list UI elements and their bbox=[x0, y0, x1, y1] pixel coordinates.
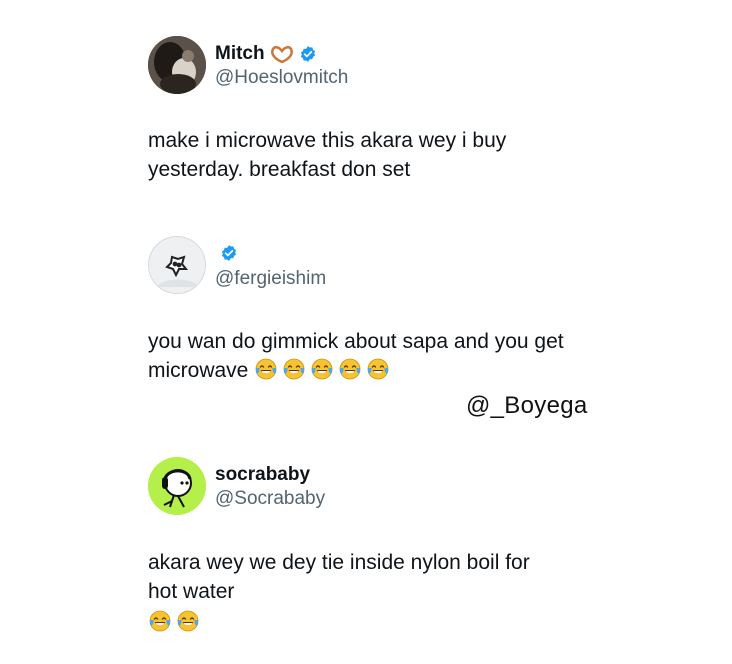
tweet-text: make i microwave this akara wey i buy ye… bbox=[148, 126, 506, 184]
tweet-text-line-with-emoji: microwave bbox=[148, 356, 564, 385]
tears-of-joy-emoji-icon bbox=[367, 358, 389, 380]
tweet-text: you wan do gimmick about sapa and you ge… bbox=[148, 327, 564, 385]
watermark: @_Boyega bbox=[466, 392, 588, 419]
tweet-text-line: microwave bbox=[148, 359, 249, 382]
tears-of-joy-emoji-icon bbox=[149, 610, 171, 632]
default-avatar-icon bbox=[149, 237, 205, 293]
avatar-mitch[interactable] bbox=[148, 36, 206, 94]
verified-badge-icon bbox=[221, 245, 237, 261]
tweet-text-line: make i microwave this akara wey i buy bbox=[148, 129, 507, 152]
tears-of-joy-emoji-icon bbox=[311, 358, 333, 380]
handle[interactable]: @fergieishim bbox=[215, 268, 326, 290]
emoji-row bbox=[148, 608, 530, 637]
display-name[interactable]: socrababy bbox=[215, 464, 310, 486]
tweet-text-line: you wan do gimmick about sapa and you ge… bbox=[148, 330, 564, 353]
handle[interactable]: @Socrababy bbox=[215, 488, 325, 510]
tears-of-joy-emoji-icon bbox=[177, 610, 199, 632]
tears-of-joy-emoji-icon bbox=[339, 358, 361, 380]
avatar-socrababy[interactable] bbox=[148, 457, 206, 515]
tears-of-joy-emoji-icon bbox=[283, 358, 305, 380]
tears-of-joy-emoji-icon bbox=[255, 358, 277, 380]
tweet-text: akara wey we dey tie inside nylon boil f… bbox=[148, 548, 530, 637]
tweet-text-line: akara wey we dey tie inside nylon boil f… bbox=[148, 551, 530, 574]
tweet-text-line: yesterday. breakfast don set bbox=[148, 158, 411, 181]
heart-hands-emoji-icon bbox=[270, 45, 293, 63]
avatar-fergieishim[interactable] bbox=[148, 236, 206, 294]
verified-badge-icon bbox=[300, 46, 315, 62]
profile-photo-icon bbox=[148, 36, 206, 94]
cartoon-character-avatar-icon bbox=[148, 457, 206, 515]
handle[interactable]: @Hoeslovmitch bbox=[215, 67, 348, 89]
emoji-row bbox=[254, 358, 394, 382]
tweet-text-line: hot water bbox=[148, 580, 235, 603]
display-name[interactable]: Mitch bbox=[215, 43, 265, 65]
